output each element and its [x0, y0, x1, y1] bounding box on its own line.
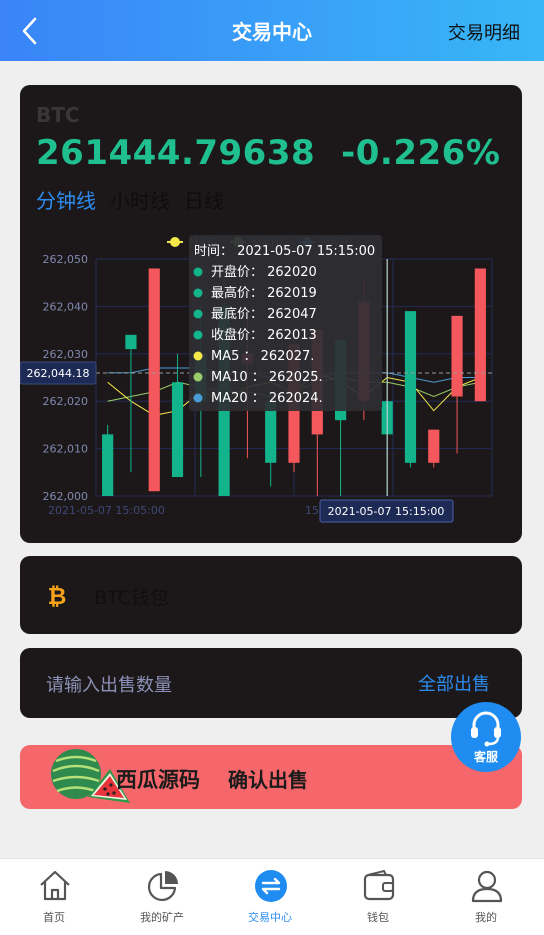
- nav-profile-label: 我的: [475, 911, 497, 924]
- tooltip-dot: [193, 351, 203, 361]
- top-bar: 交易中心 交易明细: [0, 0, 544, 61]
- price-change: -0.226%: [341, 133, 501, 173]
- candle-body: [474, 268, 486, 402]
- tooltip-dot: [193, 309, 203, 319]
- wallet-row[interactable]: ₿ BTC钱包: [20, 556, 522, 634]
- wallet-icon: [363, 869, 395, 901]
- customer-service-button[interactable]: 客服: [451, 702, 521, 772]
- y-tick-label: 262,050: [43, 253, 89, 266]
- y-tick-label: 262,040: [43, 300, 89, 313]
- candlestick-chart[interactable]: 262,050 262,040 262,030 262,020 262,010 262,0…: [20, 230, 522, 530]
- tooltip-row: 时间： 2021-05-07 15:15:00: [194, 244, 375, 259]
- nav-profile[interactable]: 我的: [432, 859, 540, 935]
- tooltip-dot: [193, 288, 203, 298]
- wallet-label: BTC钱包: [94, 587, 169, 609]
- candle-body: [404, 311, 417, 463]
- sell-amount-row: 全部出售: [20, 648, 522, 718]
- pointer-x-label: 2021-05-07 15:15:00: [328, 505, 445, 518]
- nav-home-label: 首页: [43, 911, 65, 924]
- price-row: 261444.79638 -0.226%: [36, 133, 500, 173]
- tooltip-row: 最底价： 262047: [211, 306, 317, 322]
- tab-minute[interactable]: 分钟线: [36, 189, 96, 213]
- y-tick-label: 262,000: [43, 490, 89, 503]
- tooltip-dot: [193, 393, 203, 403]
- tooltip-row: 最高价： 262019: [211, 285, 317, 301]
- tooltip-dot: [193, 372, 203, 382]
- market-chart-card: BTC 261444.79638 -0.226% 分钟线 小时线 日线 262,050…: [20, 85, 522, 543]
- exchange-icon: [255, 870, 287, 902]
- bitcoin-icon: ₿: [48, 584, 67, 608]
- headset-icon: [471, 711, 501, 747]
- candle-body: [428, 429, 440, 463]
- tooltip-row: 开盘价： 262020: [211, 264, 317, 280]
- nav-wallet-label: 钱包: [367, 911, 389, 924]
- candle-body: [102, 434, 114, 496]
- candle-body: [451, 315, 463, 397]
- svg-text:₿: ₿: [48, 584, 67, 608]
- tab-hour[interactable]: 小时线: [110, 189, 170, 213]
- period-tabs: 分钟线 小时线 日线: [36, 185, 238, 214]
- brand-text: 西瓜源码: [116, 768, 200, 792]
- nav-trade-center[interactable]: 交易中心: [216, 859, 324, 935]
- candle-body: [171, 382, 184, 478]
- x-tick-label: 2021-05-07 15:05:00: [48, 504, 165, 517]
- transaction-detail-link[interactable]: 交易明细: [448, 19, 520, 45]
- tooltip-row: MA10 ： 262025.: [211, 370, 323, 385]
- pie-chart-icon: [148, 871, 178, 901]
- nav-home[interactable]: 首页: [0, 859, 108, 935]
- tooltip-dot: [193, 330, 203, 340]
- y-tick-label: 262,010: [43, 443, 89, 456]
- home-icon: [40, 870, 70, 901]
- current-price: 261444.79638: [36, 133, 316, 173]
- bottom-nav: 首页 我的矿产 交易中心 钱包 我的: [0, 858, 544, 935]
- tooltip-row: 收盘价： 262013: [211, 327, 317, 343]
- nav-my-assets[interactable]: 我的矿产: [108, 859, 216, 935]
- legend-marker: [170, 237, 180, 247]
- nav-my-assets-label: 我的矿产: [140, 911, 184, 924]
- pointer-y-label: 262,044.18: [27, 367, 90, 380]
- coin-symbol: BTC: [36, 103, 80, 127]
- tooltip-row: MA20 ： 262024.: [211, 391, 323, 406]
- tab-day[interactable]: 日线: [184, 189, 224, 213]
- customer-service-label: 客服: [473, 750, 498, 764]
- nav-trade-center-label: 交易中心: [248, 911, 292, 924]
- candle-body: [125, 334, 137, 350]
- y-tick-label: 262,030: [43, 348, 89, 361]
- confirm-sell-label: 确认出售: [228, 768, 308, 792]
- confirm-sell-button[interactable]: 西瓜源码 确认出售: [20, 745, 522, 809]
- candle-body: [148, 268, 160, 492]
- nav-wallet[interactable]: 钱包: [324, 859, 432, 935]
- y-tick-label: 262,020: [43, 395, 89, 408]
- sell-all-button[interactable]: 全部出售: [418, 670, 490, 696]
- sell-amount-input[interactable]: [46, 672, 346, 698]
- user-icon: [471, 870, 503, 903]
- tooltip-row: MA5 ： 262027.: [211, 349, 314, 364]
- tooltip-dot: [193, 267, 203, 277]
